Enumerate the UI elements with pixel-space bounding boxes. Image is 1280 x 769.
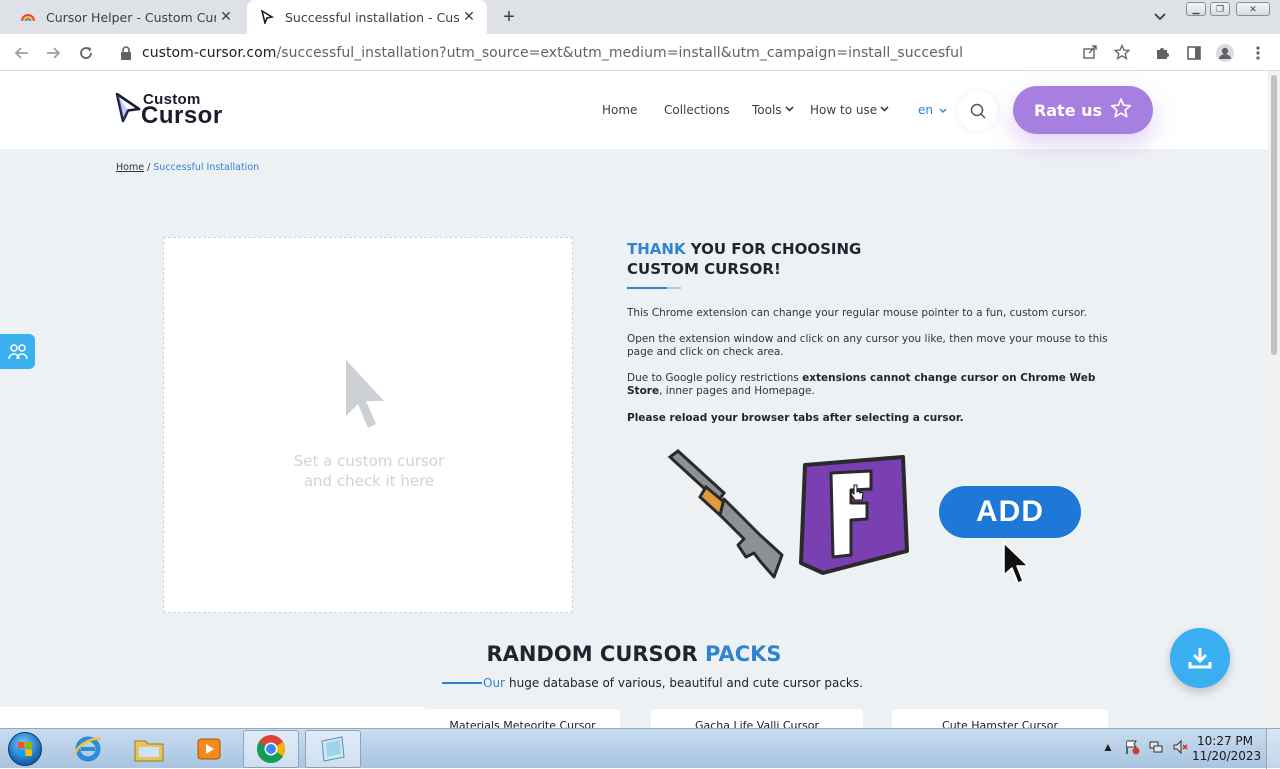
new-tab-plus-icon[interactable]: + xyxy=(498,6,520,28)
forward-arrow-icon[interactable] xyxy=(41,41,65,65)
taskbar-file-explorer[interactable] xyxy=(121,730,177,768)
accessibility-widget-button[interactable] xyxy=(0,334,35,369)
tab-cursor-helper[interactable]: Cursor Helper - Custom Cursor ✕ xyxy=(8,0,244,34)
download-fab-button[interactable] xyxy=(1170,628,1230,688)
cursor-arrow-icon xyxy=(344,358,394,435)
shotgun-cursor-icon xyxy=(664,449,788,586)
pack-card[interactable]: Gacha Life Valli Cursor xyxy=(651,709,863,728)
tray-expand-icon[interactable]: ▲ xyxy=(1098,737,1118,757)
windows-logo-icon xyxy=(8,732,42,766)
tab-title: Successful installation - Custom C xyxy=(285,9,459,25)
address-bar[interactable]: custom-cursor.com/successful_installatio… xyxy=(110,37,1140,68)
chrome-icon xyxy=(257,735,285,763)
section-background-strip xyxy=(0,707,425,728)
breadcrumb-home-link[interactable]: Home xyxy=(116,162,144,173)
chevron-down-icon xyxy=(880,105,889,115)
download-icon xyxy=(1188,648,1212,669)
chevron-down-icon xyxy=(784,105,794,115)
site-header: Custom Cursor Home Collections Tools How… xyxy=(0,71,1268,149)
add-demo-button: ADD xyxy=(939,486,1081,538)
tab-title: Cursor Helper - Custom Cursor xyxy=(46,9,216,25)
hand-pointer-icon xyxy=(850,484,864,507)
windows-taskbar: ▲ 10:27 PM 11/20/2023 xyxy=(0,728,1280,769)
subtitle-divider xyxy=(442,682,482,684)
tab-search-chevron-icon[interactable] xyxy=(1150,8,1170,26)
lock-icon[interactable] xyxy=(120,45,134,60)
page-scrollbar[interactable] xyxy=(1268,71,1280,728)
heading-underline xyxy=(627,287,681,289)
nav-tools[interactable]: Tools xyxy=(752,103,794,117)
breadcrumb-current: Successful Installation xyxy=(153,162,260,173)
volume-muted-icon[interactable] xyxy=(1170,737,1190,757)
bookmark-star-icon[interactable] xyxy=(1112,42,1132,62)
info-paragraph-3: Due to Google policy restrictions extens… xyxy=(627,372,1096,397)
cursor-favicon-icon xyxy=(259,9,275,25)
rate-us-button[interactable]: Rate us xyxy=(1013,86,1153,134)
pack-card[interactable]: Materials Meteorite Cursor xyxy=(425,709,620,728)
check-area-text: Set a custom cursor and check it here xyxy=(293,452,445,490)
taskbar-app-window[interactable] xyxy=(305,730,361,768)
folder-icon xyxy=(134,740,164,762)
reload-icon[interactable] xyxy=(74,41,98,65)
profile-avatar-icon[interactable] xyxy=(1214,42,1236,64)
restore-icon[interactable]: ❐ xyxy=(1210,2,1230,16)
people-icon xyxy=(7,343,28,359)
rainbow-favicon-icon xyxy=(20,9,36,25)
browser-toolbar: custom-cursor.com/successful_installatio… xyxy=(0,34,1280,71)
random-packs-heading: RANDOM CURSOR PACKS xyxy=(486,642,782,666)
minimize-icon[interactable]: ▁ xyxy=(1186,2,1206,16)
show-desktop-button[interactable] xyxy=(1266,729,1280,769)
kebab-menu-icon[interactable] xyxy=(1247,42,1269,64)
extensions-puzzle-icon[interactable] xyxy=(1151,42,1173,64)
start-button[interactable] xyxy=(2,730,48,768)
internet-explorer-icon xyxy=(74,736,101,762)
cursor-check-area[interactable]: Set a custom cursor and check it here xyxy=(163,237,573,613)
media-player-icon xyxy=(197,738,221,760)
taskbar-internet-explorer[interactable] xyxy=(60,730,116,768)
thank-you-heading: THANK YOU FOR CHOOSING CUSTOM CURSOR! xyxy=(627,240,862,278)
close-icon[interactable]: ✕ xyxy=(459,7,479,27)
info-paragraph-2: Open the extension window and click on a… xyxy=(627,333,1108,358)
random-packs-subtitle: Our huge database of various, beautiful … xyxy=(442,676,863,690)
info-paragraph-1: This Chrome extension can change your re… xyxy=(627,307,1087,319)
custom-cursor-logo[interactable]: Custom Cursor xyxy=(115,91,227,129)
star-outline-icon xyxy=(1110,97,1132,123)
url-text: custom-cursor.com/successful_installatio… xyxy=(142,44,964,61)
arrow-pointer-icon xyxy=(1002,541,1030,590)
nav-collections[interactable]: Collections xyxy=(664,103,730,117)
back-arrow-icon[interactable] xyxy=(10,41,34,65)
search-button[interactable] xyxy=(958,91,998,131)
taskbar-media-player[interactable] xyxy=(181,730,237,768)
share-icon[interactable] xyxy=(1080,42,1100,62)
breadcrumb: Home / Successful Installation xyxy=(116,162,260,173)
tab-successful-installation[interactable]: Successful installation - Custom C ✕ xyxy=(247,0,487,34)
page-viewport: Custom Cursor Home Collections Tools How… xyxy=(0,71,1268,728)
search-icon xyxy=(970,103,986,119)
action-center-flag-icon[interactable] xyxy=(1122,737,1142,757)
fortnite-f-tile-icon xyxy=(799,455,909,580)
pack-card[interactable]: Cute Hamster Cursor xyxy=(892,709,1108,728)
app-window-icon xyxy=(321,736,345,762)
taskbar-chrome[interactable] xyxy=(243,730,299,768)
info-paragraph-4: Please reload your browser tabs after se… xyxy=(627,412,964,424)
network-icon[interactable] xyxy=(1146,737,1166,757)
language-selector[interactable]: en xyxy=(918,103,947,117)
scrollbar-thumb[interactable] xyxy=(1271,75,1277,355)
taskbar-clock[interactable]: 10:27 PM 11/20/2023 xyxy=(1192,734,1261,764)
window-close-icon[interactable]: ✕ xyxy=(1236,2,1270,16)
nav-how-to-use[interactable]: How to use xyxy=(810,103,889,117)
side-panel-icon[interactable] xyxy=(1183,42,1205,64)
nav-home[interactable]: Home xyxy=(602,103,637,117)
close-icon[interactable]: ✕ xyxy=(216,7,236,27)
browser-tab-bar: Cursor Helper - Custom Cursor ✕ Successf… xyxy=(0,0,1280,34)
